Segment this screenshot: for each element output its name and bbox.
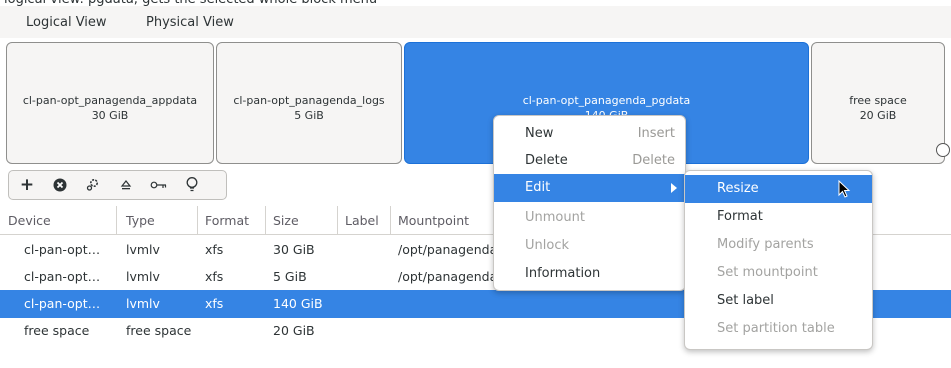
context-menu: New Insert Delete Delete Edit Unmount Un… xyxy=(493,115,686,291)
cell-type: free space xyxy=(126,323,192,338)
key-icon[interactable] xyxy=(144,170,174,200)
menu-item-label: Delete xyxy=(525,153,568,168)
cell-device: free space xyxy=(24,323,90,338)
mouse-pointer-icon xyxy=(838,180,851,198)
col-mountpoint[interactable]: Mountpoint xyxy=(398,213,469,228)
submenu-arrow-icon xyxy=(671,183,677,193)
submenu-item-set-label[interactable]: Set label xyxy=(685,287,872,315)
col-separator xyxy=(116,206,117,234)
delete-icon[interactable] xyxy=(45,170,75,200)
col-separator xyxy=(337,206,338,234)
menu-item-label: Edit xyxy=(525,180,551,195)
col-separator xyxy=(265,206,266,234)
block-name: free space xyxy=(849,94,907,107)
cell-device: cl-pan-opt… xyxy=(24,242,101,257)
menu-item-label: Unmount xyxy=(525,210,585,225)
menu-item-accel: Delete xyxy=(632,153,675,168)
menu-item-edit[interactable]: Edit xyxy=(494,174,685,202)
col-separator xyxy=(390,206,391,234)
tab-physical-view[interactable]: Physical View xyxy=(146,15,234,30)
menu-item-label: Unlock xyxy=(525,238,569,253)
menu-item-label: Information xyxy=(525,266,601,281)
menu-item-accel: Insert xyxy=(637,126,675,141)
submenu-item-modify-parents: Modify parents xyxy=(685,231,872,259)
view-tabbar: Logical View Physical View xyxy=(0,6,951,41)
block-size: 20 GiB xyxy=(859,109,897,122)
submenu-item-set-mountpoint: Set mountpoint xyxy=(685,259,872,287)
cell-mountpoint: /opt/panagenda xyxy=(398,242,493,257)
block-name: cl-pan-opt_panagenda_appdata xyxy=(22,94,198,107)
logical-view-area: cl-pan-opt_panagenda_appdata 30 GiB cl-p… xyxy=(0,38,951,166)
eject-icon[interactable] xyxy=(111,170,141,200)
col-device[interactable]: Device xyxy=(8,213,51,228)
menu-item-information[interactable]: Information xyxy=(494,260,685,288)
cell-size: 30 GiB xyxy=(273,242,315,257)
submenu-item-label: Set partition table xyxy=(717,321,835,336)
col-label[interactable]: Label xyxy=(345,213,379,228)
cell-size: 5 GiB xyxy=(273,269,307,284)
cell-mountpoint: /opt/panagenda xyxy=(398,269,493,284)
info-bulb-icon[interactable] xyxy=(177,170,207,200)
menu-item-unmount: Unmount xyxy=(494,204,685,232)
block-free-space[interactable]: free space 20 GiB xyxy=(811,42,950,164)
configure-icon[interactable] xyxy=(78,170,108,200)
block-logs[interactable]: cl-pan-opt_panagenda_logs 5 GiB xyxy=(216,42,402,164)
cell-format: xfs xyxy=(205,242,224,257)
add-icon[interactable]: + xyxy=(12,170,42,200)
menu-item-delete[interactable]: Delete Delete xyxy=(494,147,685,175)
cell-size: 20 GiB xyxy=(273,323,315,338)
submenu-item-format[interactable]: Format xyxy=(685,203,872,231)
radio-indicator-icon[interactable] xyxy=(936,143,950,157)
tab-logical-view[interactable]: Logical View xyxy=(12,15,121,41)
block-name: cl-pan-opt_panagenda_pgdata xyxy=(522,94,691,107)
block-size: 5 GiB xyxy=(294,109,324,122)
cell-format: xfs xyxy=(205,269,224,284)
block-appdata[interactable]: cl-pan-opt_panagenda_appdata 30 GiB xyxy=(6,42,214,164)
block-size: 30 GiB xyxy=(91,109,129,122)
submenu-item-label: Resize xyxy=(717,181,759,196)
cell-type: lvmlv xyxy=(126,242,160,257)
col-format[interactable]: Format xyxy=(205,213,249,228)
cell-type: lvmlv xyxy=(126,269,160,284)
cell-device: cl-pan-opt… xyxy=(24,296,101,311)
menu-item-unlock: Unlock xyxy=(494,232,685,260)
cell-format: xfs xyxy=(205,296,224,311)
block-name: cl-pan-opt_panagenda_logs xyxy=(233,94,385,107)
cell-type: lvmlv xyxy=(126,296,160,311)
col-size[interactable]: Size xyxy=(273,213,299,228)
submenu-item-label: Set label xyxy=(717,293,774,308)
cell-size: 140 GiB xyxy=(273,296,323,311)
col-type[interactable]: Type xyxy=(126,213,155,228)
submenu-item-label: Format xyxy=(717,209,763,224)
menu-item-new[interactable]: New Insert xyxy=(494,120,685,148)
submenu-item-label: Set mountpoint xyxy=(717,265,818,280)
cell-device: cl-pan-opt… xyxy=(24,269,101,284)
menu-item-label: New xyxy=(525,126,554,141)
col-separator xyxy=(197,206,198,234)
submenu-item-set-partition-table: Set partition table xyxy=(685,315,872,343)
submenu-item-label: Modify parents xyxy=(717,237,814,252)
